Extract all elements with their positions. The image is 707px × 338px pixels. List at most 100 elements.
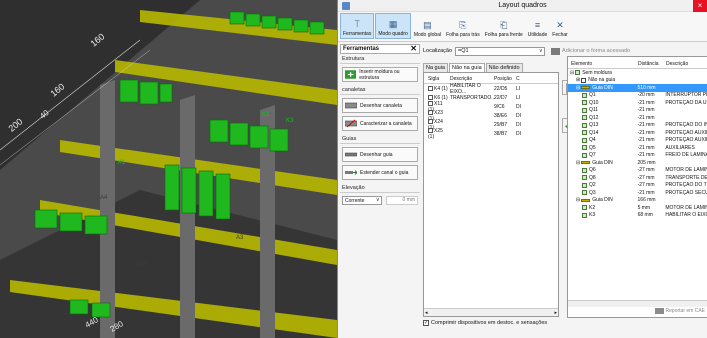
device-icon [428, 127, 433, 133]
tree-item[interactable]: Q5 -21 mm AUXILIARES [568, 144, 707, 152]
header-sigla[interactable]: Sigla [424, 76, 450, 82]
tab-n-o-na-guia[interactable]: Não na guia [448, 63, 485, 72]
tree-item[interactable]: Q11 -21 mm [568, 107, 707, 115]
tab-na-guia[interactable]: Na guia [423, 63, 448, 72]
tree-item-distance: 166 mm [637, 197, 656, 204]
tree-item-label: Q10 [589, 99, 599, 106]
tree-item-name-cell: Q12 [568, 115, 638, 121]
collapse-icon[interactable]: ⊟ [570, 70, 574, 76]
tree-item[interactable]: Q3 -21 mm PROTEÇÃO SECU [568, 189, 707, 197]
collapse-icon[interactable]: ⊟ [576, 160, 580, 166]
header-posicao[interactable]: Posição [494, 76, 516, 82]
tree-item[interactable]: K2 5 mm MOTOR DE LÂMIN [568, 204, 707, 212]
insert-frame-button[interactable]: Inserir moldura ou estrutura [342, 67, 418, 82]
tree-item[interactable]: Q12 -21 mm [568, 114, 707, 122]
component-icon [575, 70, 581, 76]
cell-posicao: 38/E6 [494, 112, 508, 119]
list-rows: K4 (1) HABILITAR O EIXO... 22/D5 LI K6 (1) TR… [424, 82, 558, 140]
extend-duct-button[interactable]: Estender canal o guia [342, 165, 418, 180]
list-hscrollbar[interactable]: ◂ ▸ [424, 308, 558, 316]
device-icon [428, 100, 433, 106]
tree-item-distance: -27 mm [637, 174, 655, 181]
header-descricao-tree[interactable]: Descrição [666, 61, 706, 67]
component-icon [582, 92, 587, 98]
tree-item[interactable]: ⊞ Não na guia [568, 77, 707, 85]
collapse-icon[interactable]: ⊟ [576, 197, 580, 203]
tree-item[interactable]: Q2 -27 mm PROTEÇÃO DO TR [568, 182, 707, 190]
device-list[interactable]: Sigla Descrição Posição C K4 (1) HABILITA… [423, 72, 559, 317]
tree-item-description: PROTEÇÃO SECU [665, 189, 707, 196]
characterize-duct-button[interactable]: Caracterizar a canaleta [342, 116, 418, 131]
cell-descricao: HABILITAR O EIXO... [450, 82, 481, 95]
ribbon-button-sheet-back[interactable]: ⎘ Folha para trás [444, 13, 482, 39]
tree-item-distance: 68 mm [637, 212, 653, 219]
elevation-select[interactable]: Corrente [342, 196, 382, 205]
tools-close-icon[interactable]: ✕ [410, 44, 417, 53]
ribbon-button-sheet-forward[interactable]: ⎗ Folha para frente [483, 13, 525, 39]
tree-item-distance: -21 mm [637, 137, 655, 144]
component-label-k1: K1 [118, 160, 126, 166]
3d-viewport[interactable]: 200 160 40 160 K1 K2 K3 A3 A4 ~ EAB 440 … [0, 0, 337, 338]
ribbon-button-close[interactable]: ✕ Fechar [550, 13, 570, 39]
tree-item[interactable]: Q10 -21 mm PROTEÇÃO DA UI [568, 99, 707, 107]
tree-item[interactable]: Q7 -21 mm FREIO DE LÂMINA [568, 152, 707, 160]
add-form-label: Adicionar o forma acessado [562, 48, 631, 54]
tab-n-o-definido[interactable]: Não definido [485, 63, 523, 72]
tree-item[interactable]: Q8 -27 mm TRANSPORTE DE [568, 174, 707, 182]
tree-item-name-cell: ⊟ Sem moldura [568, 70, 638, 76]
expand-icon[interactable]: ⊞ [576, 77, 580, 83]
ribbon-button-tools[interactable]: ⟙ Ferramentas [340, 13, 375, 39]
tree-item[interactable]: Q1 -20 mm INTERRUPTOR PR [568, 92, 707, 100]
tree-item[interactable]: K3 68 mm HABILITAR O EIXO [568, 212, 707, 220]
tree-item-distance: -21 mm [637, 122, 655, 129]
component-icon [582, 167, 587, 173]
draw-duct-button[interactable]: Desenhar canaleta [342, 98, 418, 113]
tree-item-label: Q14 [589, 129, 599, 136]
header-c[interactable]: C [516, 76, 530, 82]
list-item[interactable]: X25 (1) 38/B7 DI [424, 127, 558, 140]
tree-item-distance: -21 mm [637, 152, 655, 159]
tree-item[interactable]: Q14 -21 mm PROTEÇÃO AUXIL [568, 129, 707, 137]
ribbon-label: Utilidade [527, 32, 548, 38]
tree-item[interactable]: ⊟ Guia DIN 510 mm [568, 84, 707, 92]
header-elemento[interactable]: Elemento [568, 61, 638, 67]
tree-item[interactable]: Q13 -21 mm PROTEÇÃO DO INT [568, 122, 707, 130]
component-icon [582, 100, 587, 106]
window-close-button[interactable]: × [693, 0, 707, 12]
tree-item-name-cell: Q10 [568, 100, 638, 106]
header-descricao[interactable]: Descrição [450, 76, 494, 82]
add-form-button[interactable]: Adicionar o forma acessado [551, 47, 631, 55]
cell-descricao: TRANSPORTADO... [450, 94, 496, 101]
tree-item-distance: -21 mm [637, 189, 655, 196]
scroll-right-icon[interactable]: ▸ [554, 310, 557, 316]
sheet-back-icon: ⎘ [459, 20, 467, 30]
scroll-left-icon[interactable]: ◂ [425, 310, 428, 316]
element-tree[interactable]: Elemento Distância Descrição ⊟ Sem moldur… [567, 56, 707, 318]
list-item[interactable]: K4 (1) HABILITAR O EIXO... 22/D5 LI [424, 82, 558, 95]
cell-posicao: 38/B7 [494, 130, 508, 137]
tree-item[interactable]: ⊟ Sem moldura [568, 69, 707, 77]
elevation-value[interactable]: 0 mm [386, 196, 418, 205]
tree-item[interactable]: Q4 -21 mm PROTEÇÃO AUXIL [568, 137, 707, 145]
tree-item-name-cell: Q8 [568, 175, 638, 181]
location-select[interactable]: =Q1 [455, 46, 546, 56]
ribbon-button-utility[interactable]: ≡ Utilidade [526, 13, 549, 39]
component-label-k2: K2 [262, 112, 270, 118]
compress-devices-checkbox[interactable]: ✓ Comprimir dispositivos em destoc. e se… [423, 320, 547, 326]
tree-item[interactable]: ⊟ Guia DIN 166 mm [568, 197, 707, 205]
cell-posicao: 29/B7 [494, 121, 508, 128]
tree-item[interactable]: Q6 -27 mm MOTOR DE LÂMIN [568, 167, 707, 175]
ribbon-button-panel-mode[interactable]: ▦ Modo quadro [375, 13, 411, 39]
ribbon-button-global-mode[interactable]: ▤ Modo global [412, 13, 443, 39]
draw-rail-button[interactable]: Desenhar guia [342, 147, 418, 162]
tree-item-label: Q12 [589, 114, 599, 121]
header-distancia[interactable]: Distância [638, 61, 666, 67]
tree-item-label: Guia DIN [592, 84, 613, 91]
report-cae-button[interactable]: Reportar em CAE [654, 308, 705, 314]
ribbon-label: Modo quadro [378, 31, 408, 37]
tree-item[interactable]: ⊟ Guia DIN 205 mm [568, 159, 707, 167]
collapse-icon[interactable]: ⊟ [576, 85, 580, 91]
tree-hscrollbar[interactable] [568, 300, 707, 307]
ribbon-toolbar: ⟙ Ferramentas ▦ Modo quadro ▤ Modo global ⎘ Fol… [338, 12, 707, 42]
tree-item-description: FREIO DE LÂMINA [665, 152, 707, 159]
